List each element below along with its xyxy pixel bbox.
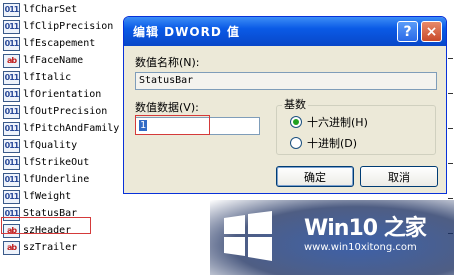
- value-name-label: 数值名称(N):: [135, 56, 200, 69]
- registry-list-item[interactable]: 011 lfQuality: [3, 137, 77, 154]
- registry-list-item[interactable]: 011 lfUnderline: [3, 171, 89, 188]
- binary-value-icon: 011: [3, 172, 20, 187]
- registry-list-item[interactable]: 011 lfOutPrecision: [3, 103, 107, 120]
- edit-dword-dialog: 编辑 DWORD 值 ? × 数值名称(N): StatusBar 数值数据(V…: [123, 16, 447, 194]
- value-data-highlight-box: [135, 115, 210, 135]
- registry-item-label: lfPitchAndFamily: [23, 123, 120, 134]
- registry-list-item[interactable]: ab lfFaceName: [3, 52, 83, 69]
- dialog-titlebar[interactable]: 编辑 DWORD 值 ? ×: [124, 17, 446, 46]
- ok-button[interactable]: 确定: [276, 166, 354, 187]
- watermark-brand: Win10 之家: [304, 216, 427, 241]
- statusbar-highlight-box: [1, 217, 91, 234]
- binary-value-icon: 011: [3, 138, 20, 153]
- registry-item-label: szTrailer: [23, 242, 78, 253]
- binary-value-icon: 011: [3, 104, 20, 119]
- binary-value-icon: 011: [3, 2, 20, 17]
- radio-dec-indicator[interactable]: [290, 137, 302, 149]
- registry-list-item[interactable]: ab szTrailer: [3, 239, 77, 256]
- radio-hex-indicator[interactable]: [290, 116, 302, 128]
- registry-list-item[interactable]: 011 lfItalic: [3, 69, 71, 86]
- registry-item-label: lfItalic: [23, 72, 72, 83]
- registry-item-label: lfClipPrecision: [23, 21, 114, 32]
- registry-item-label: lfOrientation: [23, 89, 102, 100]
- radio-hexadecimal[interactable]: 十六进制(H): [290, 114, 368, 130]
- registry-item-label: lfCharSet: [23, 4, 78, 15]
- binary-value-icon: 011: [3, 155, 20, 170]
- string-value-icon: ab: [3, 240, 20, 255]
- radio-dec-label: 十进制(D): [307, 137, 358, 150]
- cancel-button[interactable]: 取消: [360, 166, 438, 187]
- binary-value-icon: 011: [3, 70, 20, 85]
- help-button[interactable]: ?: [397, 21, 418, 42]
- string-value-icon: ab: [3, 53, 20, 68]
- radio-hex-label: 十六进制(H): [307, 116, 368, 129]
- help-icon: ?: [403, 23, 412, 40]
- close-icon: ×: [425, 23, 438, 40]
- value-data-label: 数值数据(V):: [135, 101, 199, 114]
- close-button[interactable]: ×: [421, 21, 442, 42]
- value-name-field: StatusBar: [135, 72, 437, 90]
- binary-value-icon: 011: [3, 189, 20, 204]
- registry-item-label: lfEscapement: [23, 38, 96, 49]
- registry-item-label: lfUnderline: [23, 174, 90, 185]
- binary-value-icon: 011: [3, 19, 20, 34]
- registry-item-label: lfStrikeOut: [23, 157, 90, 168]
- watermark-url: www.win10xitong.com: [304, 242, 417, 253]
- registry-list-item[interactable]: 011 lfClipPrecision: [3, 18, 113, 35]
- registry-list-item[interactable]: 011 lfPitchAndFamily: [3, 120, 119, 137]
- radio-decimal[interactable]: 十进制(D): [290, 135, 357, 151]
- dialog-title: 编辑 DWORD 值: [133, 25, 240, 39]
- windows-logo-icon: [224, 211, 272, 261]
- base-label: 基数: [282, 96, 308, 112]
- binary-value-icon: 011: [3, 121, 20, 136]
- registry-list-item[interactable]: 011 lfCharSet: [3, 1, 77, 18]
- registry-item-label: lfQuality: [23, 140, 78, 151]
- registry-list-item[interactable]: 011 lfOrientation: [3, 86, 101, 103]
- registry-list-item[interactable]: 011 lfEscapement: [3, 35, 95, 52]
- binary-value-icon: 011: [3, 36, 20, 51]
- binary-value-icon: 011: [3, 87, 20, 102]
- registry-item-label: lfOutPrecision: [23, 106, 108, 117]
- registry-list-item[interactable]: 011 lfWeight: [3, 188, 71, 205]
- registry-item-label: lfFaceName: [23, 55, 84, 66]
- registry-item-label: lfWeight: [23, 191, 72, 202]
- registry-list-item[interactable]: 011 lfStrikeOut: [3, 154, 89, 171]
